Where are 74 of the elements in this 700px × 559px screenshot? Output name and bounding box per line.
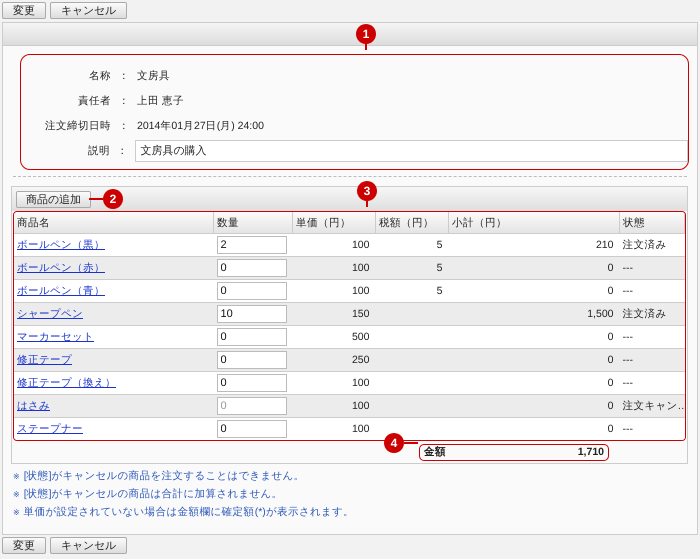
column-header: 状態: [620, 212, 684, 234]
add-item-button[interactable]: 商品の追加: [16, 190, 91, 208]
table-cell: 100: [352, 285, 370, 297]
table-cell: 100: [352, 239, 370, 251]
table-cell: ---: [622, 262, 633, 274]
table-cell: ---: [622, 423, 633, 435]
note-mark: ※: [13, 508, 20, 516]
field-value: 上田 恵子: [137, 94, 184, 108]
quantity-field[interactable]: 0: [216, 282, 286, 300]
table-cell: 5: [436, 262, 442, 274]
column-header: 小計（円）: [448, 212, 620, 234]
quantity-field[interactable]: 10: [216, 305, 286, 323]
note-text: 単価が設定されていない場合は金額欄に確定額(*)が表示されます。: [24, 505, 354, 519]
column-header: 単価（円）: [292, 212, 376, 234]
table-cell: ---: [622, 331, 633, 343]
table-cell: 1,500: [587, 308, 614, 320]
quantity-field[interactable]: 0: [216, 328, 286, 346]
item-link[interactable]: シャープペン: [17, 308, 83, 320]
note-text: [状態]がキャンセルの商品は合計に加算されません。: [24, 487, 283, 501]
table-cell: 注文済み: [622, 308, 666, 320]
description-field[interactable]: 文房具の購入: [135, 140, 688, 162]
table-cell: 100: [352, 400, 370, 412]
table-cell: 500: [352, 331, 370, 343]
table-cell: 100: [352, 262, 370, 274]
column-header: 数量: [214, 212, 292, 234]
separator: ：: [118, 68, 130, 82]
total-value: 1,710: [578, 446, 604, 458]
table-cell: 150: [352, 308, 370, 320]
separator: ：: [116, 144, 130, 158]
toolbar-button[interactable]: キャンセル: [50, 2, 127, 19]
table-cell: ---: [622, 377, 633, 389]
quantity-field[interactable]: 0: [216, 351, 286, 369]
toolbar-button[interactable]: キャンセル: [50, 537, 127, 554]
table-cell: 0: [608, 331, 614, 343]
total-label: 金額: [424, 445, 446, 459]
quantity-field[interactable]: 0: [216, 420, 286, 438]
table-cell: 210: [596, 239, 614, 251]
field-label: 注文締切日時: [44, 118, 111, 132]
table-cell: ---: [622, 354, 633, 366]
toolbar-button[interactable]: 変更: [2, 2, 46, 19]
item-link[interactable]: 修正テープ: [17, 354, 72, 366]
separator: ：: [118, 94, 130, 108]
callout-badge: 4: [384, 433, 404, 453]
table-cell: 0: [608, 377, 614, 389]
item-link[interactable]: ステープナー: [17, 423, 83, 435]
callout-badge: 3: [357, 181, 377, 201]
table-cell: 注文済み: [622, 239, 666, 251]
field-label: 責任者: [77, 94, 111, 108]
table-cell: 0: [608, 285, 614, 297]
table-cell: 100: [352, 377, 370, 389]
table-cell: 5: [436, 285, 442, 297]
field-value: 文房具: [137, 68, 170, 82]
table-cell: 250: [352, 354, 370, 366]
table-cell: ---: [622, 285, 633, 297]
column-header: 商品名: [14, 212, 214, 234]
field-label: 説明: [86, 144, 110, 158]
field-value: 2014年01月27日(月) 24:00: [137, 118, 264, 132]
note-mark: ※: [13, 490, 20, 498]
table-cell: 100: [352, 423, 370, 435]
note-text: [状態]がキャンセルの商品を注文することはできません。: [24, 469, 305, 483]
separator: ：: [118, 118, 130, 132]
quantity-field[interactable]: 2: [216, 236, 286, 254]
table-cell: 0: [608, 262, 614, 274]
column-header: 税額（円）: [376, 212, 448, 234]
table-cell: 0: [608, 354, 614, 366]
note-mark: ※: [13, 472, 20, 480]
table-cell: 0: [608, 400, 614, 412]
quantity-field[interactable]: 0: [216, 259, 286, 277]
table-cell: 注文キャン…: [622, 400, 685, 412]
table-cell: 0: [608, 423, 614, 435]
quantity-field[interactable]: 0: [216, 374, 286, 392]
field-label: 名称: [88, 68, 111, 82]
toolbar-button[interactable]: 変更: [2, 537, 46, 554]
table-cell: 5: [436, 239, 442, 251]
